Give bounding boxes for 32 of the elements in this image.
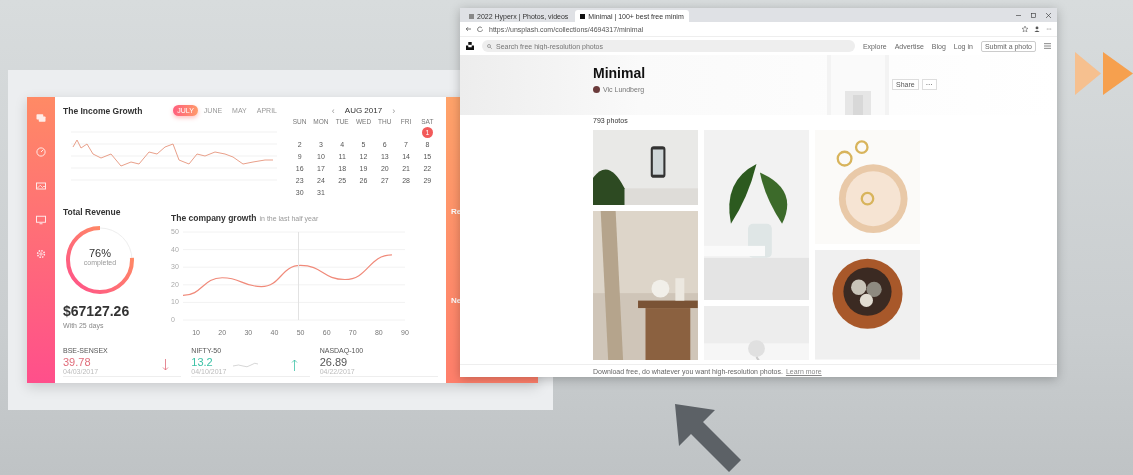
minimize-icon[interactable]	[1016, 12, 1021, 18]
index-value: 39.78	[63, 356, 91, 368]
chat-icon[interactable]	[35, 112, 47, 124]
menu-icon[interactable]	[1044, 43, 1051, 49]
search-icon	[487, 43, 492, 49]
section-title: Total Revenue	[63, 207, 122, 217]
maximize-icon[interactable]	[1031, 12, 1036, 18]
fast-forward-icon	[1075, 52, 1133, 95]
page-icon	[469, 13, 474, 19]
panel-heading: Re	[451, 207, 463, 216]
gauge-icon[interactable]	[35, 146, 47, 158]
revenue-amount: $67127.26	[63, 303, 131, 319]
page-icon	[580, 13, 586, 19]
panel-heading: Ne	[451, 296, 463, 305]
chart-title: The company growth	[171, 213, 257, 223]
collection-title: Minimal	[593, 65, 646, 81]
back-icon[interactable]	[465, 26, 471, 32]
index-value: 13.2	[191, 356, 213, 368]
cursor-icon	[675, 404, 741, 472]
avatar	[593, 86, 600, 93]
index-value: 26.89	[319, 356, 348, 368]
profile-icon[interactable]	[1034, 26, 1040, 32]
star-icon[interactable]	[1022, 26, 1028, 32]
monitor-icon[interactable]	[35, 214, 47, 226]
percent-value: 76%	[89, 247, 111, 259]
reload-icon[interactable]	[477, 26, 483, 32]
close-icon[interactable]	[1046, 12, 1051, 18]
image-icon[interactable]	[35, 180, 47, 192]
settings-icon[interactable]	[35, 248, 47, 260]
logo-icon[interactable]	[466, 42, 474, 50]
chart-title: The Income Growth	[63, 105, 143, 116]
month-label: AUG 2017	[344, 106, 383, 115]
